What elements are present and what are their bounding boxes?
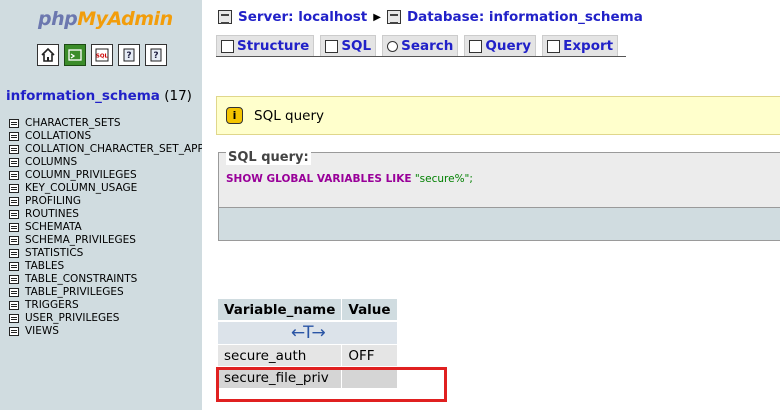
table-list-item[interactable]: STATISTICS <box>9 247 202 260</box>
search-icon <box>387 40 399 52</box>
cell-value: OFF <box>341 344 397 366</box>
highlight-annotation <box>216 367 447 402</box>
tab-query[interactable]: Query <box>464 35 537 56</box>
header-row: Variable_name Value <box>218 299 397 321</box>
database-title: information_schema (17) <box>6 88 192 104</box>
cell-variable-name: secure_auth <box>218 344 342 366</box>
sort-row: ←T→ <box>218 321 397 344</box>
table-list-item[interactable]: COLLATIONS <box>9 130 202 143</box>
sql-icon <box>325 39 339 53</box>
svg-text:SQL: SQL <box>96 54 109 60</box>
table-list-item[interactable]: TABLE_PRIVILEGES <box>9 286 202 299</box>
phpmyadmin-logo[interactable]: phpMyAdmin <box>38 8 173 30</box>
help-icon[interactable]: ? <box>145 44 167 66</box>
table-icon[interactable] <box>9 262 19 271</box>
table-list-item[interactable]: PROFILING <box>9 195 202 208</box>
sql-query-legend: SQL query: <box>226 150 311 165</box>
notice-text: SQL query <box>254 107 324 124</box>
sql-window-icon[interactable] <box>64 44 86 66</box>
breadcrumb-server-link[interactable]: Server: localhost <box>238 9 367 25</box>
docs-icon[interactable]: ? <box>118 44 140 66</box>
sql-string: "secure%"; <box>414 173 473 185</box>
structure-icon <box>221 39 234 53</box>
database-link[interactable]: information_schema <box>6 88 160 104</box>
table-icon[interactable] <box>9 145 19 154</box>
export-icon <box>547 39 561 53</box>
tab-search[interactable]: Search <box>382 35 459 56</box>
table-list: CHARACTER_SETS COLLATIONS COLLATION_CHAR… <box>9 117 202 338</box>
nav-icon-bar: SQL ? ? <box>37 44 167 66</box>
table-icon[interactable] <box>9 314 19 323</box>
table-icon[interactable] <box>9 249 19 258</box>
column-header-variable-name[interactable]: Variable_name <box>218 299 342 321</box>
table-icon[interactable] <box>9 184 19 193</box>
server-icon <box>218 10 232 24</box>
query-icon <box>469 39 483 53</box>
table-list-item[interactable]: TABLE_CONSTRAINTS <box>9 273 202 286</box>
table-icon[interactable] <box>9 327 19 336</box>
table-list-item[interactable]: SCHEMA_PRIVILEGES <box>9 234 202 247</box>
sql-keyword: SHOW GLOBAL VARIABLES LIKE <box>226 173 412 185</box>
navigation-frame: phpMyAdmin SQL ? ? information_schema (1… <box>0 0 202 410</box>
table-icon[interactable] <box>9 236 19 245</box>
frame-divider[interactable] <box>202 0 214 410</box>
tab-structure[interactable]: Structure <box>216 35 315 56</box>
sort-toggle[interactable]: ←T→ <box>218 321 397 344</box>
table-list-item[interactable]: KEY_COLUMN_USAGE <box>9 182 202 195</box>
breadcrumb-separator-icon: ▶ <box>373 11 381 23</box>
breadcrumb: Server: localhost ▶ Database: informatio… <box>218 9 643 25</box>
table-list-item[interactable]: SCHEMATA <box>9 221 202 234</box>
table-list-item[interactable]: ROUTINES <box>9 208 202 221</box>
sort-arrows-icon[interactable]: ←T→ <box>291 323 326 343</box>
table-icon[interactable] <box>9 275 19 284</box>
table-icon[interactable] <box>9 132 19 141</box>
table-list-item[interactable]: VIEWS <box>9 325 202 338</box>
tab-label: Structure <box>237 38 310 54</box>
tab-label: Search <box>401 38 454 54</box>
tab-export[interactable]: Export <box>542 35 619 56</box>
logo-my: My <box>77 8 108 30</box>
table-icon[interactable] <box>9 158 19 167</box>
table-icon[interactable] <box>9 301 19 310</box>
tab-bar: Structure SQL Search Query Export <box>216 35 626 57</box>
table-list-item[interactable]: TRIGGERS <box>9 299 202 312</box>
table-list-item[interactable]: TABLES <box>9 260 202 273</box>
sql-query-icon[interactable]: SQL <box>91 44 113 66</box>
sql-query-code: SHOW GLOBAL VARIABLES LIKE "secure%"; <box>226 173 473 185</box>
logo-php: php <box>38 8 78 30</box>
table-icon[interactable] <box>9 223 19 232</box>
home-icon[interactable] <box>37 44 59 66</box>
tab-label: SQL <box>341 38 372 54</box>
tab-label: Query <box>485 38 532 54</box>
svg-text:?: ? <box>126 51 131 61</box>
table-count: (17) <box>164 88 192 104</box>
table-icon[interactable] <box>9 197 19 206</box>
database-icon <box>386 10 401 24</box>
table-row: secure_auth OFF <box>218 344 397 366</box>
table-list-item[interactable]: COLUMNS <box>9 156 202 169</box>
table-icon[interactable] <box>9 171 19 180</box>
table-list-item[interactable]: USER_PRIVILEGES <box>9 312 202 325</box>
svg-text:?: ? <box>153 51 158 61</box>
table-list-item[interactable]: CHARACTER_SETS <box>9 117 202 130</box>
table-icon[interactable] <box>9 119 19 128</box>
table-icon[interactable] <box>9 288 19 297</box>
sql-query-footer <box>218 207 780 241</box>
table-icon[interactable] <box>9 210 19 219</box>
breadcrumb-database-link[interactable]: Database: information_schema <box>407 9 643 25</box>
tab-label: Export <box>563 38 614 54</box>
tab-sql[interactable]: SQL <box>320 35 377 56</box>
info-icon: i <box>226 107 243 124</box>
table-list-item[interactable]: COLUMN_PRIVILEGES <box>9 169 202 182</box>
table-list-item[interactable]: COLLATION_CHARACTER_SET_APP <box>9 143 202 156</box>
column-header-value[interactable]: Value <box>341 299 397 321</box>
sql-notice: i SQL query <box>216 96 780 135</box>
logo-admin: Admin <box>107 8 174 30</box>
